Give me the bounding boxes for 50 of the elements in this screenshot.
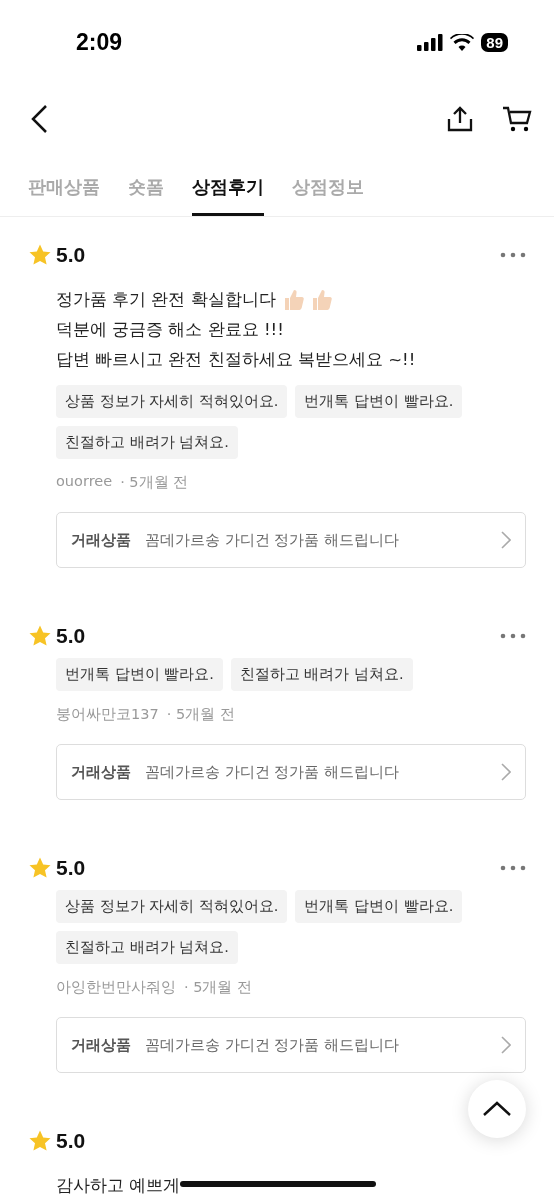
review-time: · 5개월 전 bbox=[166, 705, 235, 724]
star-icon bbox=[28, 856, 52, 880]
review-tag: 친절하고 배려가 넘쳐요. bbox=[56, 426, 238, 459]
more-icon[interactable] bbox=[500, 865, 526, 871]
review-tag: 상품 정보가 자세히 적혀있어요. bbox=[56, 890, 288, 923]
reviewer-name: 아잉한번만사줘잉 bbox=[56, 978, 176, 997]
product-card[interactable]: 거래상품 꼼데가르송 가디건 정가품 해드립니다 bbox=[56, 744, 526, 800]
reviewer-name: ouorree bbox=[56, 473, 113, 491]
product-title: 꼼데가르송 가디건 정가품 해드립니다 bbox=[145, 1035, 400, 1055]
product-label: 거래상품 bbox=[71, 1035, 131, 1055]
rating-score: 5.0 bbox=[56, 856, 86, 880]
star-icon bbox=[28, 1129, 52, 1153]
chevron-right-icon bbox=[501, 763, 511, 781]
review-text: 답변 빠르시고 완전 친절하세요 복받으세요 ~!! bbox=[56, 349, 416, 371]
tab[interactable]: 상점후기 bbox=[192, 175, 264, 216]
review-tag: 번개톡 답변이 빨라요. bbox=[56, 658, 223, 691]
chevron-up-icon bbox=[482, 1101, 512, 1117]
rating-score: 5.0 bbox=[56, 243, 86, 267]
star-icon bbox=[28, 243, 52, 267]
battery-level: 89 bbox=[481, 32, 508, 52]
review-tag: 번개톡 답변이 빨라요. bbox=[295, 385, 463, 418]
product-label: 거래상품 bbox=[71, 530, 131, 550]
reviewer-name: 붕어싸만코137 bbox=[56, 705, 159, 724]
signal-icon bbox=[417, 33, 444, 51]
review-tag: 번개톡 답변이 빨라요. bbox=[295, 890, 463, 923]
star-icon bbox=[28, 624, 52, 648]
share-icon[interactable] bbox=[446, 105, 474, 133]
back-icon[interactable] bbox=[30, 104, 48, 134]
product-card[interactable]: 거래상품 꼼데가르송 가디건 정가품 해드립니다 bbox=[56, 1017, 526, 1073]
product-title: 꼼데가르송 가디건 정가품 해드립니다 bbox=[145, 762, 400, 782]
product-label: 거래상품 bbox=[71, 762, 131, 782]
status-time: 2:09 bbox=[76, 28, 123, 56]
rating-score: 5.0 bbox=[56, 624, 86, 648]
wifi-icon bbox=[450, 33, 475, 51]
chevron-right-icon bbox=[501, 531, 511, 549]
review-text: 정가품 후기 완전 확실합니다 bbox=[56, 289, 276, 311]
review-tag: 상품 정보가 자세히 적혀있어요. bbox=[56, 385, 288, 418]
review-tag: 친절하고 배려가 넘쳐요. bbox=[56, 931, 238, 964]
more-icon[interactable] bbox=[500, 633, 526, 639]
rating-score: 5.0 bbox=[56, 1129, 86, 1153]
chevron-right-icon bbox=[501, 1036, 511, 1054]
review-text: 감사하고 예쁘게 bbox=[56, 1175, 181, 1197]
review-time: · 5개월 전 bbox=[184, 978, 253, 997]
cart-icon[interactable] bbox=[502, 105, 532, 133]
review-text: 덕분에 궁금증 해소 완료요 !!! bbox=[56, 319, 284, 341]
more-icon[interactable] bbox=[500, 252, 526, 258]
product-title: 꼼데가르송 가디건 정가품 해드립니다 bbox=[145, 530, 400, 550]
product-card[interactable]: 거래상품 꼼데가르송 가디건 정가품 해드립니다 bbox=[56, 512, 526, 568]
review-time: · 5개월 전 bbox=[120, 473, 189, 492]
review-tag: 친절하고 배려가 넘쳐요. bbox=[230, 658, 413, 691]
